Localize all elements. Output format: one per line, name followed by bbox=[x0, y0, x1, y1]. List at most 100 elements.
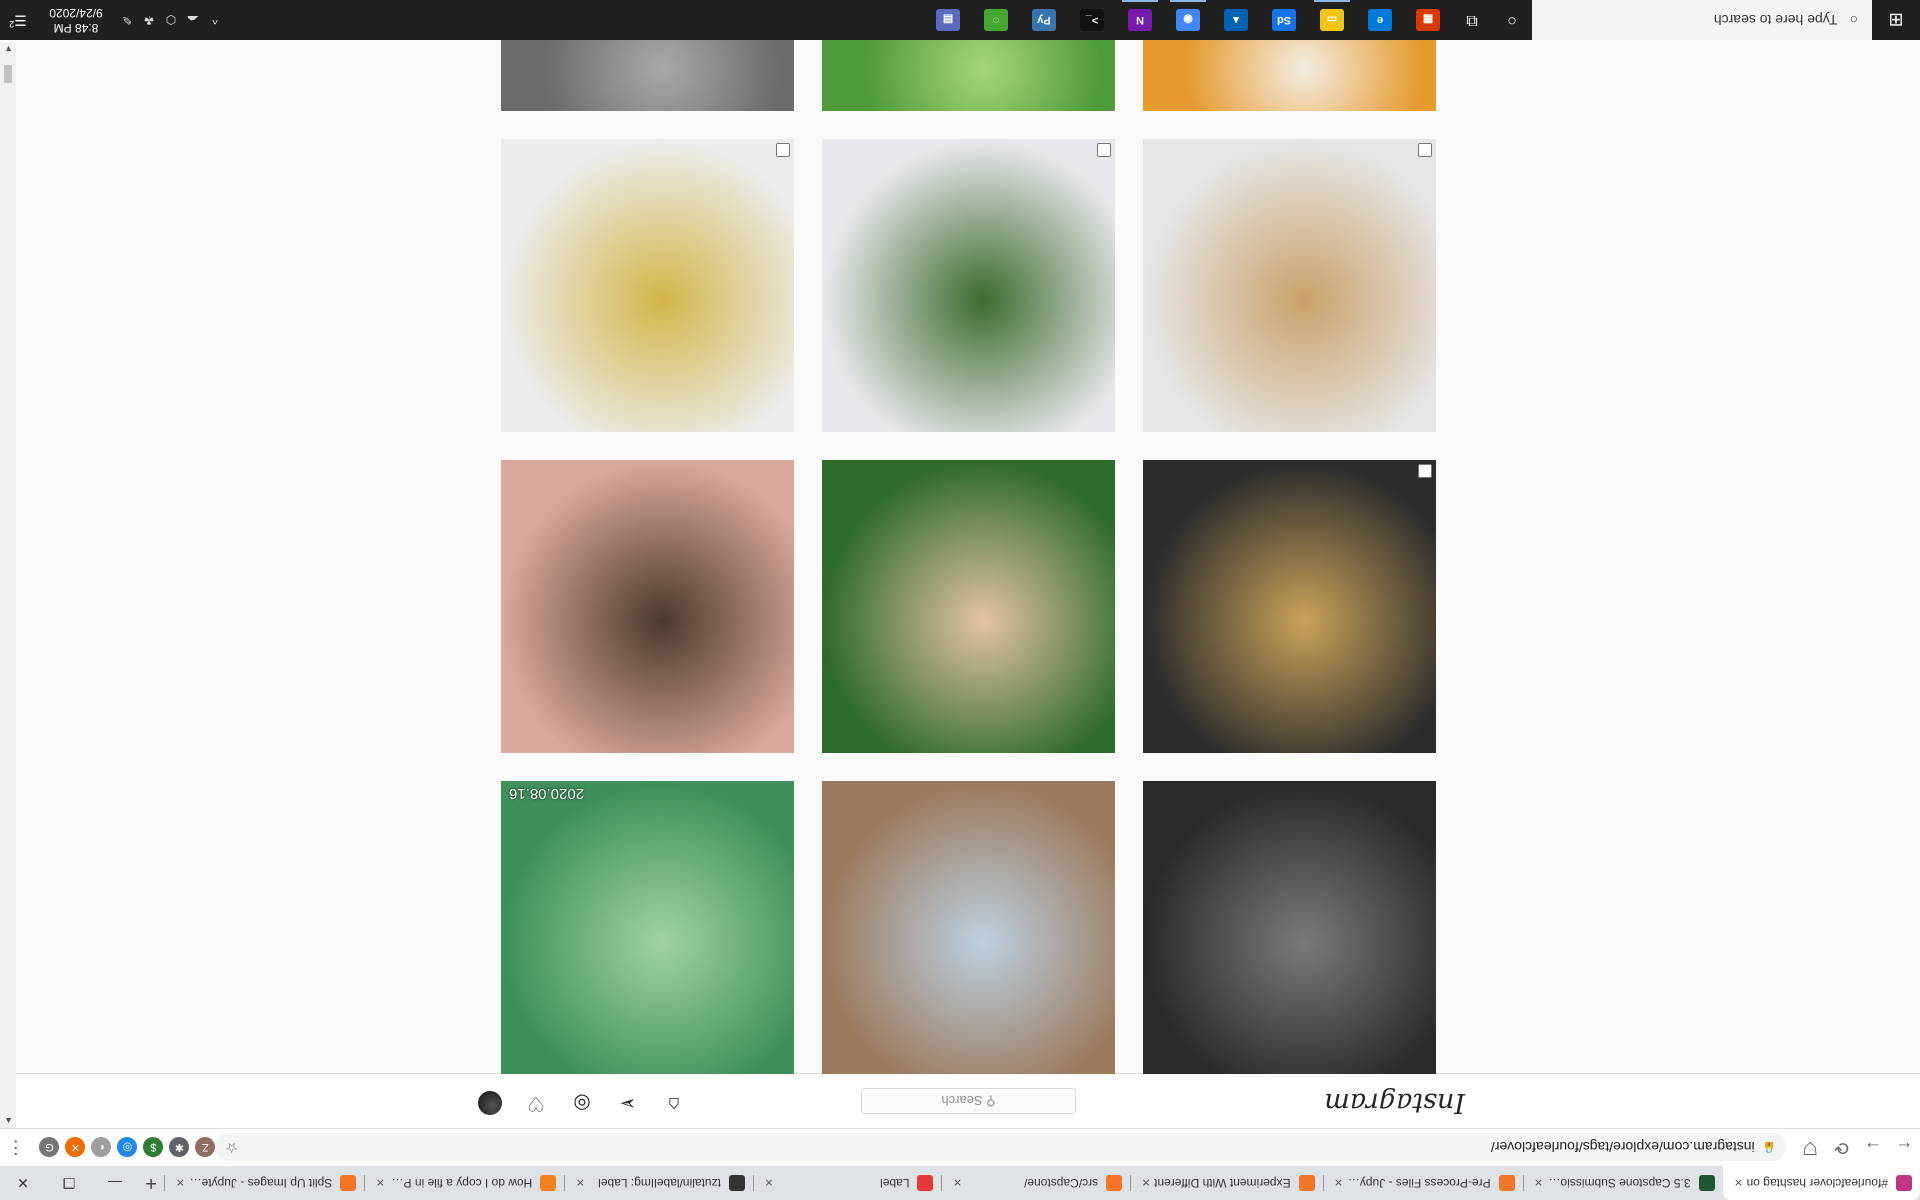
close-window-button[interactable]: ✕ bbox=[0, 1175, 46, 1192]
forward-button[interactable]: → bbox=[1857, 1137, 1888, 1158]
browser-tab[interactable]: src/Capstone/ × bbox=[941, 1166, 1130, 1200]
search-placeholder: Search bbox=[941, 1093, 983, 1109]
jupyter-icon bbox=[340, 1175, 357, 1191]
tab-title: How do I copy a file in Pyth bbox=[388, 1176, 533, 1190]
page-scrollbar[interactable]: ▲ ▼ bbox=[0, 42, 16, 1128]
cortana-icon[interactable]: ○ bbox=[1492, 0, 1532, 40]
chrome-app[interactable]: ◉ bbox=[1164, 0, 1212, 40]
g-extension[interactable]: G bbox=[39, 1137, 60, 1158]
office-app[interactable]: ▦ bbox=[1404, 0, 1452, 40]
close-tab-icon[interactable]: × bbox=[1331, 1175, 1347, 1191]
windows-taskbar: ⊞ ○ Type here to search ○ ⧉ ▦ e ▭ Sd ▲ ◉ N >_ Py… bbox=[0, 0, 1920, 40]
tab-separator bbox=[752, 1175, 754, 1191]
photo-date-stamp: 2020.08.16 bbox=[509, 785, 585, 802]
home-icon[interactable]: ⌂ bbox=[662, 1092, 686, 1115]
scroll-up-arrow-icon[interactable]: ▲ bbox=[4, 1116, 13, 1126]
bookmark-star-icon[interactable]: ☆ bbox=[225, 1139, 238, 1156]
browser-tab[interactable]: tzutalin/labelImg: Label × bbox=[564, 1166, 753, 1200]
stackoverflow-icon bbox=[540, 1175, 557, 1191]
direct-icon[interactable]: ➢ bbox=[616, 1091, 640, 1116]
browser-tab[interactable]: Split Up Images - Jupyter N × bbox=[164, 1166, 364, 1200]
browser-tab[interactable]: #fourleafclover hashtag on × bbox=[1722, 1166, 1920, 1200]
photo-clover-tattoo[interactable] bbox=[822, 781, 1115, 1074]
scrollbar-thumb[interactable] bbox=[4, 65, 12, 83]
tray-icon[interactable]: ☁ bbox=[182, 13, 204, 27]
minimize-button[interactable]: — bbox=[92, 1175, 138, 1192]
instagram-header: Instagram ⚲ Search ⌂ ➢ ◎ ♡ bbox=[16, 1073, 1920, 1128]
browser-tab[interactable]: Experiment With Different × bbox=[1130, 1166, 1323, 1200]
explore-icon[interactable]: ◎ bbox=[570, 1091, 594, 1116]
python-app-icon: Py bbox=[1032, 9, 1056, 31]
anaconda-app-icon: ◌ bbox=[984, 9, 1008, 31]
close-tab-icon[interactable]: × bbox=[949, 1175, 965, 1191]
edge-app[interactable]: e bbox=[1356, 0, 1404, 40]
back-button[interactable]: ← bbox=[1889, 1137, 1920, 1158]
puzzle-extension[interactable]: ✱ bbox=[169, 1137, 190, 1158]
calculator-app[interactable]: ▤ bbox=[924, 0, 972, 40]
blue-extension[interactable]: ◎ bbox=[117, 1137, 138, 1158]
photo-selfie-sunglasses[interactable] bbox=[1143, 781, 1436, 1074]
reload-button[interactable]: ⟳ bbox=[1826, 1137, 1857, 1158]
tab-separator bbox=[364, 1175, 366, 1191]
github-icon bbox=[728, 1175, 745, 1191]
orange-extension[interactable]: ✕ bbox=[65, 1137, 86, 1158]
search-icon: ○ bbox=[1849, 12, 1858, 28]
browser-tab[interactable]: 3.5 Capstone Submission - × bbox=[1522, 1166, 1723, 1200]
close-tab-icon[interactable]: × bbox=[761, 1175, 777, 1191]
close-tab-icon[interactable]: × bbox=[1138, 1175, 1154, 1191]
onenote-app[interactable]: N bbox=[1116, 0, 1164, 40]
photo-clover-pendant[interactable] bbox=[822, 139, 1115, 432]
tray-icon[interactable]: ⬡ bbox=[160, 13, 182, 27]
profile-avatar[interactable]: Z bbox=[195, 1137, 216, 1158]
address-bar[interactable]: 🔒 instagram.com/explore/tags/fourleafclo… bbox=[215, 1133, 1787, 1162]
browser-tab[interactable]: Pre-Process Files - Jupyter × bbox=[1322, 1166, 1523, 1200]
anaconda-app[interactable]: ◌ bbox=[972, 0, 1020, 40]
task-view-icon[interactable]: ⧉ bbox=[1452, 0, 1492, 40]
shield-icon[interactable]: ⛉ bbox=[1794, 1137, 1825, 1158]
close-tab-icon[interactable]: × bbox=[372, 1175, 388, 1191]
photoshop-app[interactable]: Sd bbox=[1260, 0, 1308, 40]
scroll-down-arrow-icon[interactable]: ▼ bbox=[4, 44, 13, 54]
system-tray: ^ ☁ ⬡ ☘ ✎ 8:48 PM 9/24/2020 ☰2 bbox=[0, 0, 226, 40]
photo-bakery-display[interactable] bbox=[1143, 460, 1436, 753]
terminal-app[interactable]: >_ bbox=[1068, 0, 1116, 40]
python-app[interactable]: Py bbox=[1020, 0, 1068, 40]
profile-avatar[interactable] bbox=[478, 1091, 502, 1116]
close-tab-icon[interactable]: × bbox=[1731, 1175, 1747, 1191]
photo-four-leaf-clover-patch[interactable]: 2020.08.16 bbox=[501, 781, 794, 1074]
jupyter-icon bbox=[1298, 1175, 1315, 1191]
photos-app[interactable]: ▲ bbox=[1212, 0, 1260, 40]
jupyter-icon bbox=[1698, 1175, 1715, 1191]
photo-jewelry-in-hand[interactable] bbox=[501, 460, 794, 753]
close-tab-icon[interactable]: × bbox=[572, 1175, 588, 1191]
gray-extension[interactable]: ◐ bbox=[91, 1137, 112, 1158]
tray-icon[interactable]: ^ bbox=[204, 13, 226, 27]
photo-clover-ring[interactable] bbox=[1143, 139, 1436, 432]
activity-icon[interactable]: ♡ bbox=[524, 1091, 548, 1116]
taskbar-clock[interactable]: 8:48 PM 9/24/2020 bbox=[36, 5, 116, 35]
browser-tab[interactable]: Label × bbox=[752, 1166, 942, 1200]
select-checkbox[interactable] bbox=[1418, 143, 1432, 157]
search-input[interactable]: ⚲ Search bbox=[861, 1088, 1076, 1114]
photo-resin-letters[interactable] bbox=[501, 139, 794, 432]
select-checkbox[interactable] bbox=[1418, 464, 1432, 478]
photo-hand-holding-clover[interactable] bbox=[822, 460, 1115, 753]
tray-icon[interactable]: ✎ bbox=[116, 13, 138, 27]
select-checkbox[interactable] bbox=[776, 143, 790, 157]
maximize-button[interactable]: ❐ bbox=[46, 1175, 92, 1192]
windows-start-icon[interactable]: ⊞ bbox=[1872, 10, 1920, 31]
browser-tab[interactable]: How do I copy a file in Pyth × bbox=[364, 1166, 564, 1200]
tab-separator bbox=[1322, 1175, 1324, 1191]
notification-center-icon[interactable]: ☰2 bbox=[0, 11, 36, 29]
instagram-logo[interactable]: Instagram bbox=[1324, 1087, 1465, 1118]
close-tab-icon[interactable]: × bbox=[1531, 1175, 1547, 1191]
browser-menu-button[interactable]: ⋮ bbox=[0, 1137, 31, 1158]
file-explorer-app[interactable]: ▭ bbox=[1308, 0, 1356, 40]
money-extension[interactable]: $ bbox=[143, 1137, 164, 1158]
terminal-app-icon: >_ bbox=[1080, 9, 1104, 31]
taskbar-search-input[interactable]: ○ Type here to search bbox=[1532, 0, 1872, 40]
tray-icon[interactable]: ☘ bbox=[138, 13, 160, 27]
new-tab-button[interactable]: + bbox=[138, 1172, 164, 1195]
close-tab-icon[interactable]: × bbox=[172, 1175, 188, 1191]
select-checkbox[interactable] bbox=[1097, 143, 1111, 157]
